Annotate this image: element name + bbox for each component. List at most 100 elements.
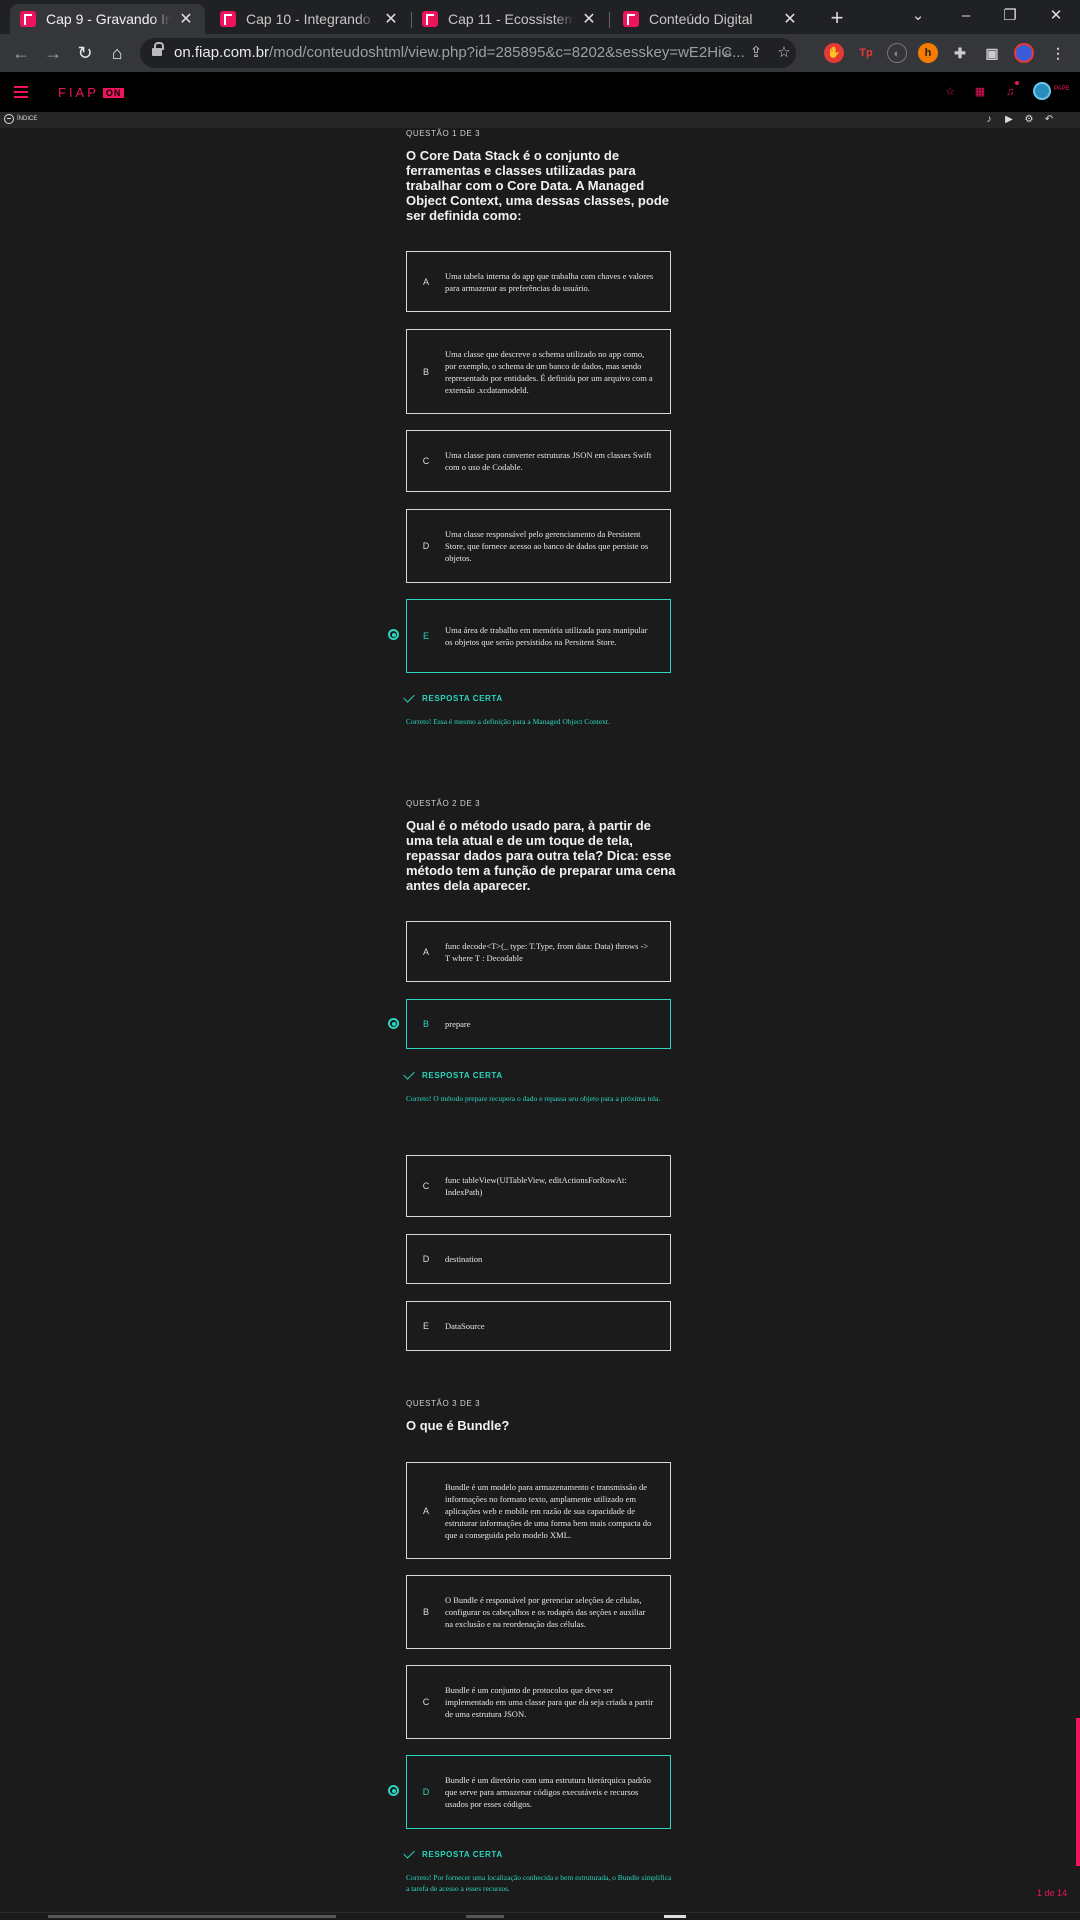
vertical-scrollbar-thumb[interactable]	[1076, 1718, 1080, 1866]
browser-tab[interactable]: Cap 11 - Ecossistema de S ✕	[412, 4, 608, 34]
restore-window-button[interactable]: ❐	[988, 2, 1032, 30]
browser-tab[interactable]: Conteúdo Digital ✕	[613, 4, 809, 34]
calendar-icon[interactable]: ▦	[972, 84, 988, 100]
user-label: PAPE	[1054, 86, 1070, 92]
extensions-puzzle-icon[interactable]: ✚	[950, 43, 970, 63]
answer-option[interactable]: C func tableView(UITableView, editAction…	[406, 1155, 671, 1217]
browser-tab[interactable]: Cap 9 - Gravando Informações ✕	[10, 4, 205, 34]
selected-radio-icon[interactable]	[388, 1785, 399, 1796]
tab-title: Conteúdo Digital	[649, 11, 753, 27]
scrollbar-thumb[interactable]	[466, 1915, 504, 1918]
option-letter: C	[422, 1697, 430, 1707]
zoom-icon[interactable]: ⌕	[717, 42, 739, 64]
answer-option[interactable]: A Uma tabela interna do app que trabalha…	[406, 251, 671, 312]
play-icon[interactable]: ▶	[1002, 113, 1016, 127]
notification-dot	[1015, 81, 1019, 85]
answer-option[interactable]: D destination	[406, 1234, 671, 1284]
sound-off-icon[interactable]: ♪	[982, 113, 996, 127]
url-text[interactable]: on.fiap.com.br/mod/conteudoshtml/view.ph…	[174, 44, 745, 61]
answer-option[interactable]: D Uma classe responsável pelo gerenciame…	[406, 509, 671, 583]
avatar[interactable]	[1033, 82, 1051, 100]
notifications-bell-icon[interactable]: ♫	[1002, 84, 1018, 100]
answer-feedback: Correto! Por fornecer uma localização co…	[406, 1873, 672, 1893]
answer-option-selected[interactable]: E Uma área de trabalho em memória utiliz…	[406, 599, 671, 673]
option-letter: D	[422, 1254, 430, 1264]
browser-tab[interactable]: Cap 10 - Integrando a sua ✕	[210, 4, 410, 34]
address-bar[interactable]: on.fiap.com.br/mod/conteudoshtml/view.ph…	[140, 38, 796, 68]
profile-avatar-icon[interactable]	[1014, 43, 1034, 63]
correct-answer-label: RESPOSTA CERTA	[422, 1850, 503, 1859]
reload-icon[interactable]: ↻	[71, 39, 99, 67]
settings-gear-icon[interactable]: ⚙	[1022, 113, 1036, 127]
answer-feedback: Correto! O método prepare recupera o dad…	[406, 1094, 661, 1103]
option-text: Uma tabela interna do app que trabalha c…	[445, 270, 654, 293]
index-minus-icon	[4, 114, 14, 124]
tp-icon[interactable]: Tp	[856, 43, 876, 63]
bookmark-star-icon[interactable]: ☆	[773, 42, 795, 64]
scrollbar-thumb[interactable]	[664, 1915, 686, 1918]
tab-search-chevron-icon[interactable]: ⌄	[896, 2, 940, 30]
option-text: Uma classe responsável pelo gerenciament…	[445, 529, 649, 563]
question-title: O que é Bundle?	[406, 1418, 510, 1433]
forward-arrow-icon[interactable]: →	[39, 39, 67, 67]
question-label: QUESTÃO 2 DE 3	[406, 799, 481, 808]
browser-tab-strip: Cap 9 - Gravando Informações ✕ Cap 10 - …	[0, 0, 1080, 34]
home-icon[interactable]: ⌂	[103, 39, 131, 67]
correct-answer-label: RESPOSTA CERTA	[422, 694, 503, 703]
answer-option[interactable]: E DataSource	[406, 1301, 671, 1351]
close-tab-icon[interactable]: ✕	[580, 9, 598, 29]
answer-option[interactable]: B O Bundle é responsável por gerenciar s…	[406, 1575, 671, 1649]
correct-answer-status: RESPOSTA CERTA	[403, 1068, 503, 1080]
answer-option[interactable]: C Uma classe para converter estruturas J…	[406, 430, 671, 492]
share-icon[interactable]: ⇪	[745, 42, 767, 64]
back-arrow-icon[interactable]: ←	[7, 39, 35, 67]
option-text: func decode<T>(_ type: T.Type, from data…	[445, 940, 649, 963]
selected-radio-icon[interactable]	[388, 1018, 399, 1029]
option-text: O Bundle é responsável por gerenciar sel…	[445, 1595, 646, 1629]
minimize-window-button[interactable]: –	[944, 2, 988, 30]
selected-radio-icon[interactable]	[388, 629, 399, 640]
option-text: Bundle é um conjunto de protocolos que d…	[445, 1685, 654, 1719]
tab-title: Cap 10 - Integrando a sua	[246, 11, 376, 27]
fiap-favicon-icon	[20, 11, 36, 27]
option-letter: A	[422, 946, 429, 957]
browser-toolbar: ← → ↻ ⌂ on.fiap.com.br/mod/conteudoshtml…	[0, 34, 1080, 72]
adblock-icon[interactable]: ✋	[824, 43, 844, 63]
correct-answer-status: RESPOSTA CERTA	[403, 691, 503, 703]
option-letter: E	[422, 1321, 429, 1331]
option-text: func tableView(UITableView, editActionsF…	[445, 1175, 627, 1197]
answer-option[interactable]: A Bundle é um modelo para armazenamento …	[406, 1462, 671, 1559]
menu-hamburger-icon[interactable]	[14, 86, 28, 98]
undo-back-icon[interactable]: ↶	[1042, 113, 1056, 127]
option-text: destination	[445, 1254, 483, 1264]
honey-icon[interactable]: h	[918, 43, 938, 63]
option-text: Uma classe para converter estruturas JSO…	[445, 450, 652, 472]
answer-option[interactable]: A func decode<T>(_ type: T.Type, from da…	[406, 921, 671, 982]
horizontal-scrollbar[interactable]	[0, 1912, 1080, 1920]
fiap-logo[interactable]: FIAP ON	[58, 85, 125, 100]
option-letter: B	[422, 1607, 429, 1617]
answer-option-selected[interactable]: D Bundle é um diretório com uma estrutur…	[406, 1755, 671, 1829]
dark-reader-icon[interactable]: ◐	[887, 43, 907, 63]
answer-option[interactable]: B Uma classe que descreve o schema utili…	[406, 329, 671, 414]
option-letter: D	[422, 541, 430, 551]
side-panel-icon[interactable]: ▣	[982, 43, 1002, 63]
answer-option[interactable]: C Bundle é um conjunto de protocolos que…	[406, 1665, 671, 1739]
site-header: FIAP ON ☆ ▦ ♫ PAPE	[0, 72, 1080, 112]
option-text: Bundle é um modelo para armazenamento e …	[445, 1481, 652, 1540]
close-window-button[interactable]: ✕	[1034, 2, 1078, 30]
close-tab-icon[interactable]: ✕	[177, 9, 195, 29]
option-text: DataSource	[445, 1321, 485, 1331]
kebab-menu-icon[interactable]: ⋮	[1048, 43, 1068, 63]
scrollbar-thumb[interactable]	[48, 1915, 336, 1918]
option-letter: D	[422, 1787, 430, 1797]
favorites-star-icon[interactable]: ☆	[942, 84, 958, 100]
answer-option-selected[interactable]: B prepare	[406, 999, 671, 1049]
close-tab-icon[interactable]: ✕	[382, 9, 400, 29]
fiap-favicon-icon	[623, 11, 639, 27]
index-button[interactable]: ÍNDICE	[4, 114, 37, 124]
tab-separator	[609, 12, 610, 28]
lock-icon[interactable]	[152, 42, 164, 58]
new-tab-button[interactable]: +	[823, 4, 851, 32]
close-tab-icon[interactable]: ✕	[781, 9, 799, 29]
